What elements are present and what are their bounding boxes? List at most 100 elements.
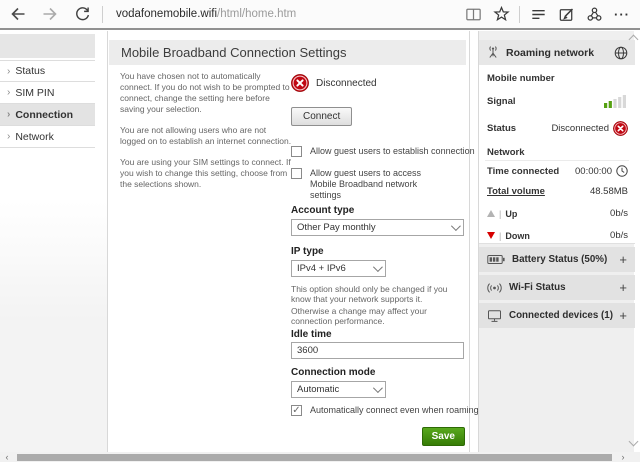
web-note-pen-icon [557, 5, 576, 24]
hub-button[interactable] [524, 1, 552, 27]
back-button[interactable] [4, 1, 32, 27]
connection-settings-panel: Mobile Broadband Connection Settings You… [107, 31, 470, 452]
sidebar-item-sim-pin[interactable]: › SIM PIN [0, 82, 95, 104]
more-options-button[interactable]: ··· [608, 1, 636, 27]
clock-icon [616, 165, 628, 177]
reading-view-book-icon [464, 5, 483, 24]
connected-devices-section[interactable]: Connected devices (1) + [479, 303, 635, 328]
download-value: 0b/s [610, 230, 628, 241]
total-volume-link[interactable]: Total volume [487, 186, 545, 197]
globe-icon[interactable] [614, 46, 628, 60]
toolbar-separator [102, 6, 103, 23]
select-value: Other Pay monthly [297, 222, 376, 233]
wifi-status-section[interactable]: Wi-Fi Status + [479, 275, 635, 300]
expand-plus-icon[interactable]: + [619, 252, 627, 267]
section-label: Battery Status (50%) [512, 254, 619, 265]
account-type-select[interactable]: Other Pay monthly [291, 219, 464, 236]
network-info-box: Mobile number Signal Status Disconnected… [479, 65, 635, 244]
guest-connection-checkbox-row[interactable]: Allow guest users to establish connectio… [291, 146, 475, 157]
roaming-checkbox-row[interactable]: Automatically connect even when roaming [291, 405, 479, 416]
sidebar-item-network[interactable]: › Network [0, 126, 95, 148]
settings-form: Disconnected Connect Allow guest users t… [291, 31, 468, 452]
horizontal-scrollbar[interactable]: ‹ › [0, 452, 640, 462]
hub-lines-icon [529, 5, 548, 24]
settings-nav: › Status › SIM PIN › Connection › Networ… [0, 60, 95, 148]
checkbox-label: Allow guest users to access Mobile Broad… [310, 168, 428, 201]
url-host: vodafonemobile.wifi [116, 8, 217, 20]
refresh-button[interactable] [68, 1, 96, 27]
ip-type-note: This option should only be changed if yo… [291, 284, 468, 304]
roaming-checkbox[interactable] [291, 405, 302, 416]
reading-view-button[interactable] [459, 1, 487, 27]
favorites-button[interactable] [487, 1, 515, 27]
sidebar-header-block [0, 34, 95, 58]
connection-status-text: Disconnected [316, 78, 377, 89]
upload-rate-row: | Up 0b/s [487, 208, 628, 219]
time-connected-label: Time connected [487, 166, 559, 177]
status-value: Disconnected [551, 123, 609, 134]
network-label: Network [487, 147, 524, 158]
ip-type-note: Otherwise a change may affect your conne… [291, 306, 468, 326]
total-volume-row: Total volume 48.58MB [487, 186, 628, 197]
guest-connection-checkbox[interactable] [291, 146, 302, 157]
back-arrow-icon [8, 4, 28, 24]
chevron-down-icon [373, 262, 383, 272]
web-note-button[interactable] [552, 1, 580, 27]
status-label: Status [487, 123, 516, 134]
paragraph: You are not allowing users who are not l… [120, 125, 292, 147]
guest-access-checkbox-row[interactable]: Allow guest users to access Mobile Broad… [291, 168, 428, 201]
guest-access-checkbox[interactable] [291, 168, 302, 179]
scroll-left-arrow[interactable]: ‹ [0, 452, 14, 462]
expand-plus-icon[interactable]: + [619, 308, 627, 323]
toolbar-separator [519, 6, 520, 23]
battery-status-section[interactable]: Battery Status (50%) + [479, 247, 635, 272]
url-path: /html/home.htm [217, 8, 296, 20]
battery-icon [487, 254, 505, 265]
paragraph: You have chosen not to automatically con… [120, 71, 292, 115]
select-value: IPv4 + IPv6 [297, 263, 346, 274]
horizontal-scrollbar-thumb[interactable] [17, 454, 612, 461]
sidebar-item-label: SIM PIN [15, 87, 54, 99]
chevron-right-icon: › [7, 131, 10, 142]
browser-toolbar: vodafonemobile.wifi/html/home.htm ··· [0, 0, 640, 30]
scroll-right-arrow[interactable]: › [616, 452, 630, 462]
expand-plus-icon[interactable]: + [619, 280, 627, 295]
ip-type-label: IP type [291, 246, 324, 257]
total-volume-value: 48.58MB [590, 186, 628, 197]
roaming-network-header: Roaming network [479, 40, 635, 65]
signal-bars-icon [604, 94, 628, 108]
chevron-right-icon: › [7, 87, 10, 98]
download-label: Down [505, 231, 530, 241]
share-button[interactable] [580, 1, 608, 27]
sidebar-item-label: Status [15, 65, 45, 77]
toolbar-right-group: ··· [459, 1, 636, 27]
download-arrow-icon [487, 232, 495, 239]
antenna-icon [486, 45, 500, 60]
save-button[interactable]: Save [422, 427, 465, 446]
forward-arrow-icon [40, 4, 60, 24]
forward-button[interactable] [36, 1, 64, 27]
sidebar-item-label: Connection [15, 109, 73, 121]
upload-value: 0b/s [610, 208, 628, 219]
wifi-icon [487, 281, 502, 295]
checkbox-label: Automatically connect even when roaming [310, 405, 479, 416]
panel-title: Roaming network [506, 47, 614, 59]
chevron-down-icon [373, 383, 383, 393]
time-connected-row: Time connected 00:00:00 [487, 165, 628, 177]
address-bar[interactable]: vodafonemobile.wifi/html/home.htm [107, 1, 459, 27]
connect-button[interactable]: Connect [291, 107, 352, 126]
share-icon [585, 5, 604, 24]
idle-time-input[interactable] [291, 342, 464, 359]
checkbox-label: Allow guest users to establish connectio… [310, 146, 475, 157]
divider [485, 160, 629, 161]
roaming-network-panel: Roaming network Mobile number Signal Sta… [478, 31, 634, 452]
ip-type-select[interactable]: IPv4 + IPv6 [291, 260, 386, 277]
browser-window: vodafonemobile.wifi/html/home.htm ··· [0, 0, 640, 462]
sidebar-item-label: Network [15, 131, 54, 143]
sidebar-item-status[interactable]: › Status [0, 60, 95, 82]
connection-mode-select[interactable]: Automatic [291, 381, 386, 398]
sidebar-item-connection[interactable]: › Connection [0, 104, 95, 126]
disconnected-icon [613, 121, 628, 136]
divider: | [499, 209, 501, 219]
refresh-icon [73, 5, 92, 24]
